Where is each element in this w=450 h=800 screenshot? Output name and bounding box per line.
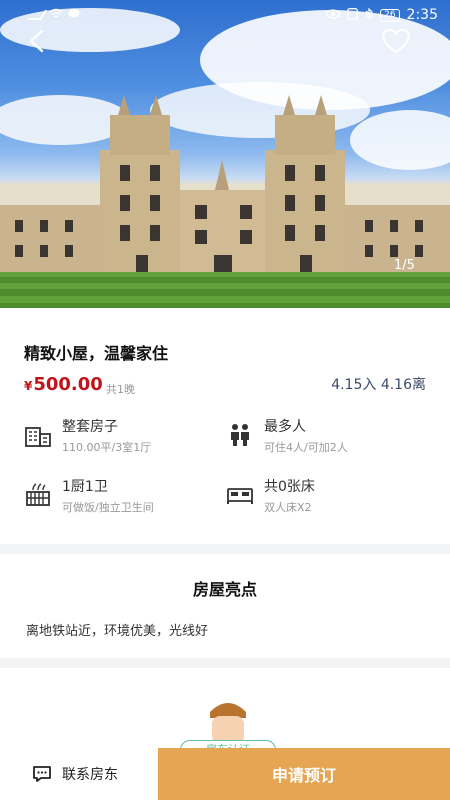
contact-host-button[interactable]: 联系房东 bbox=[32, 748, 118, 800]
highlights-card: 房屋亮点 离地铁站近，环境优美，光线好 bbox=[0, 554, 450, 658]
favorite-button[interactable] bbox=[380, 26, 412, 56]
nfc-icon bbox=[347, 7, 359, 23]
highlights-text: 离地铁站近，环境优美，光线好 bbox=[26, 624, 209, 639]
feature-title: 最多人 bbox=[264, 419, 306, 435]
bluetooth-icon bbox=[365, 7, 373, 23]
feature-beds: 共0张床 双人床X2 bbox=[226, 478, 315, 515]
back-button[interactable] bbox=[22, 26, 52, 56]
bottom-action-bar: 联系房东 申请预订 bbox=[0, 748, 450, 800]
image-counter: 1/5 bbox=[394, 258, 415, 273]
feature-kitchen-bath: 1厨1卫 可做饭/独立卫生间 bbox=[24, 478, 154, 515]
feature-house-type: 整套房子 110.00平/3室1厅 bbox=[24, 418, 151, 455]
feature-sub: 可住4人/可加2人 bbox=[264, 441, 348, 454]
listing-info-card: 精致小屋，温馨家住 ¥500.00 共1晚 4.15入 4.16离 整套房子 1… bbox=[0, 308, 450, 544]
heart-icon bbox=[382, 28, 410, 53]
listing-price: ¥500.00 bbox=[24, 374, 103, 395]
building-icon bbox=[25, 427, 51, 447]
feature-sub: 双人床X2 bbox=[264, 501, 312, 514]
highlights-title: 房屋亮点 bbox=[192, 580, 257, 599]
battery-indicator: 26 bbox=[380, 8, 400, 22]
status-time: 2:35 bbox=[406, 7, 438, 23]
people-icon bbox=[231, 424, 249, 446]
message-icon bbox=[68, 8, 80, 22]
signal-icon bbox=[27, 10, 47, 20]
feature-title: 1厨1卫 bbox=[62, 479, 108, 495]
hero-photo[interactable]: 26 2:35 1/5 bbox=[0, 0, 450, 308]
feature-title: 共0张床 bbox=[264, 479, 315, 495]
feature-guests: 最多人 可住4人/可加2人 bbox=[226, 418, 348, 455]
nights-count: 共1晚 bbox=[106, 383, 135, 396]
chat-icon bbox=[33, 766, 51, 782]
currency-symbol: ¥ bbox=[24, 379, 33, 393]
price-value: 500.00 bbox=[33, 374, 103, 395]
contact-host-label: 联系房东 bbox=[62, 767, 118, 783]
book-button[interactable]: 申请预订 bbox=[158, 748, 450, 800]
stay-dates: 4.15入 4.16离 bbox=[331, 377, 426, 393]
feature-sub: 110.00平/3室1厅 bbox=[62, 441, 152, 454]
chevron-left-icon bbox=[29, 29, 44, 53]
bed-icon bbox=[227, 488, 253, 504]
listing-title: 精致小屋，温馨家住 bbox=[24, 344, 169, 363]
feature-sub: 可做饭/独立卫生间 bbox=[62, 501, 154, 514]
feature-title: 整套房子 bbox=[62, 419, 118, 435]
eye-icon bbox=[325, 8, 341, 22]
wifi-icon bbox=[49, 8, 63, 22]
kitchen-icon bbox=[26, 483, 50, 506]
